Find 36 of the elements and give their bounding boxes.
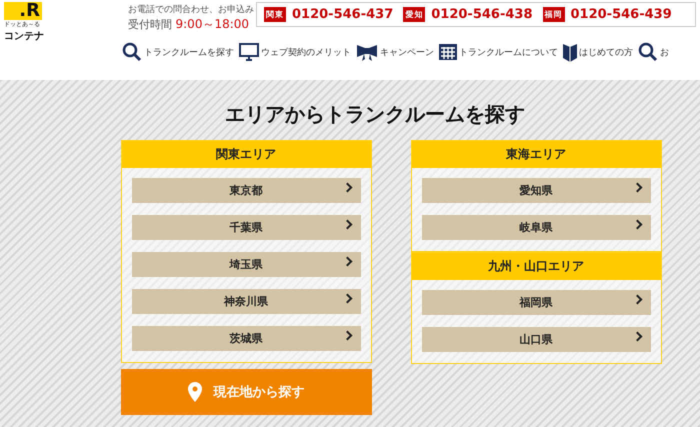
prefecture-button[interactable]: 福岡県 xyxy=(422,290,650,315)
area-heading: 関東エリア xyxy=(122,141,370,168)
region-badge: 福岡 xyxy=(542,7,564,22)
nav-link[interactable]: トランクルームについて xyxy=(439,44,558,60)
contact-note: お電話での問合わせ、お申込み xyxy=(128,4,254,17)
prefecture-button[interactable]: 神奈川県 xyxy=(132,289,360,314)
area-heading: 東海エリア xyxy=(412,141,660,168)
prefecture-button[interactable]: 千葉県 xyxy=(132,215,360,240)
ribbon-icon xyxy=(356,43,378,61)
prefecture-button[interactable]: 愛知県 xyxy=(422,178,650,203)
area-heading: 九州・山口エリア xyxy=(412,253,660,280)
monitor-icon xyxy=(239,43,259,61)
search-icon xyxy=(122,42,142,62)
region-badge: 愛知 xyxy=(403,7,426,22)
page-title: エリアからトランクルームを探す xyxy=(225,101,525,128)
nav-link[interactable]: お xyxy=(638,42,669,62)
logo-name: コンテナ xyxy=(4,30,45,43)
business-hours: 受付時間 9:00～18:00 xyxy=(128,17,250,32)
region-badge: 関東 xyxy=(264,7,286,22)
location-pin-icon xyxy=(188,382,202,402)
prefecture-button[interactable]: 埼玉県 xyxy=(132,252,360,277)
prefecture-button[interactable]: 茨城県 xyxy=(132,326,360,351)
phone-number[interactable]: 0120-546-438 xyxy=(431,7,532,22)
beginner-mark-icon xyxy=(563,42,577,62)
nav-link[interactable]: ウェブ契約のメリット xyxy=(239,43,351,61)
phone-number[interactable]: 0120-546-437 xyxy=(292,7,394,22)
prefecture-button[interactable]: 岐阜県 xyxy=(422,215,650,240)
prefecture-button[interactable]: 東京都 xyxy=(132,178,360,203)
nav-link[interactable]: キャンペーン xyxy=(356,43,434,61)
nav-link[interactable]: はじめての方 xyxy=(563,42,633,62)
grid-icon xyxy=(439,44,457,60)
search-icon xyxy=(638,42,658,62)
nav-link[interactable]: トランクルームを探す xyxy=(122,42,234,62)
logo-mark: .R xyxy=(4,2,42,20)
prefecture-button[interactable]: 山口県 xyxy=(422,327,650,352)
phone-number[interactable]: 0120-546-439 xyxy=(570,7,672,22)
